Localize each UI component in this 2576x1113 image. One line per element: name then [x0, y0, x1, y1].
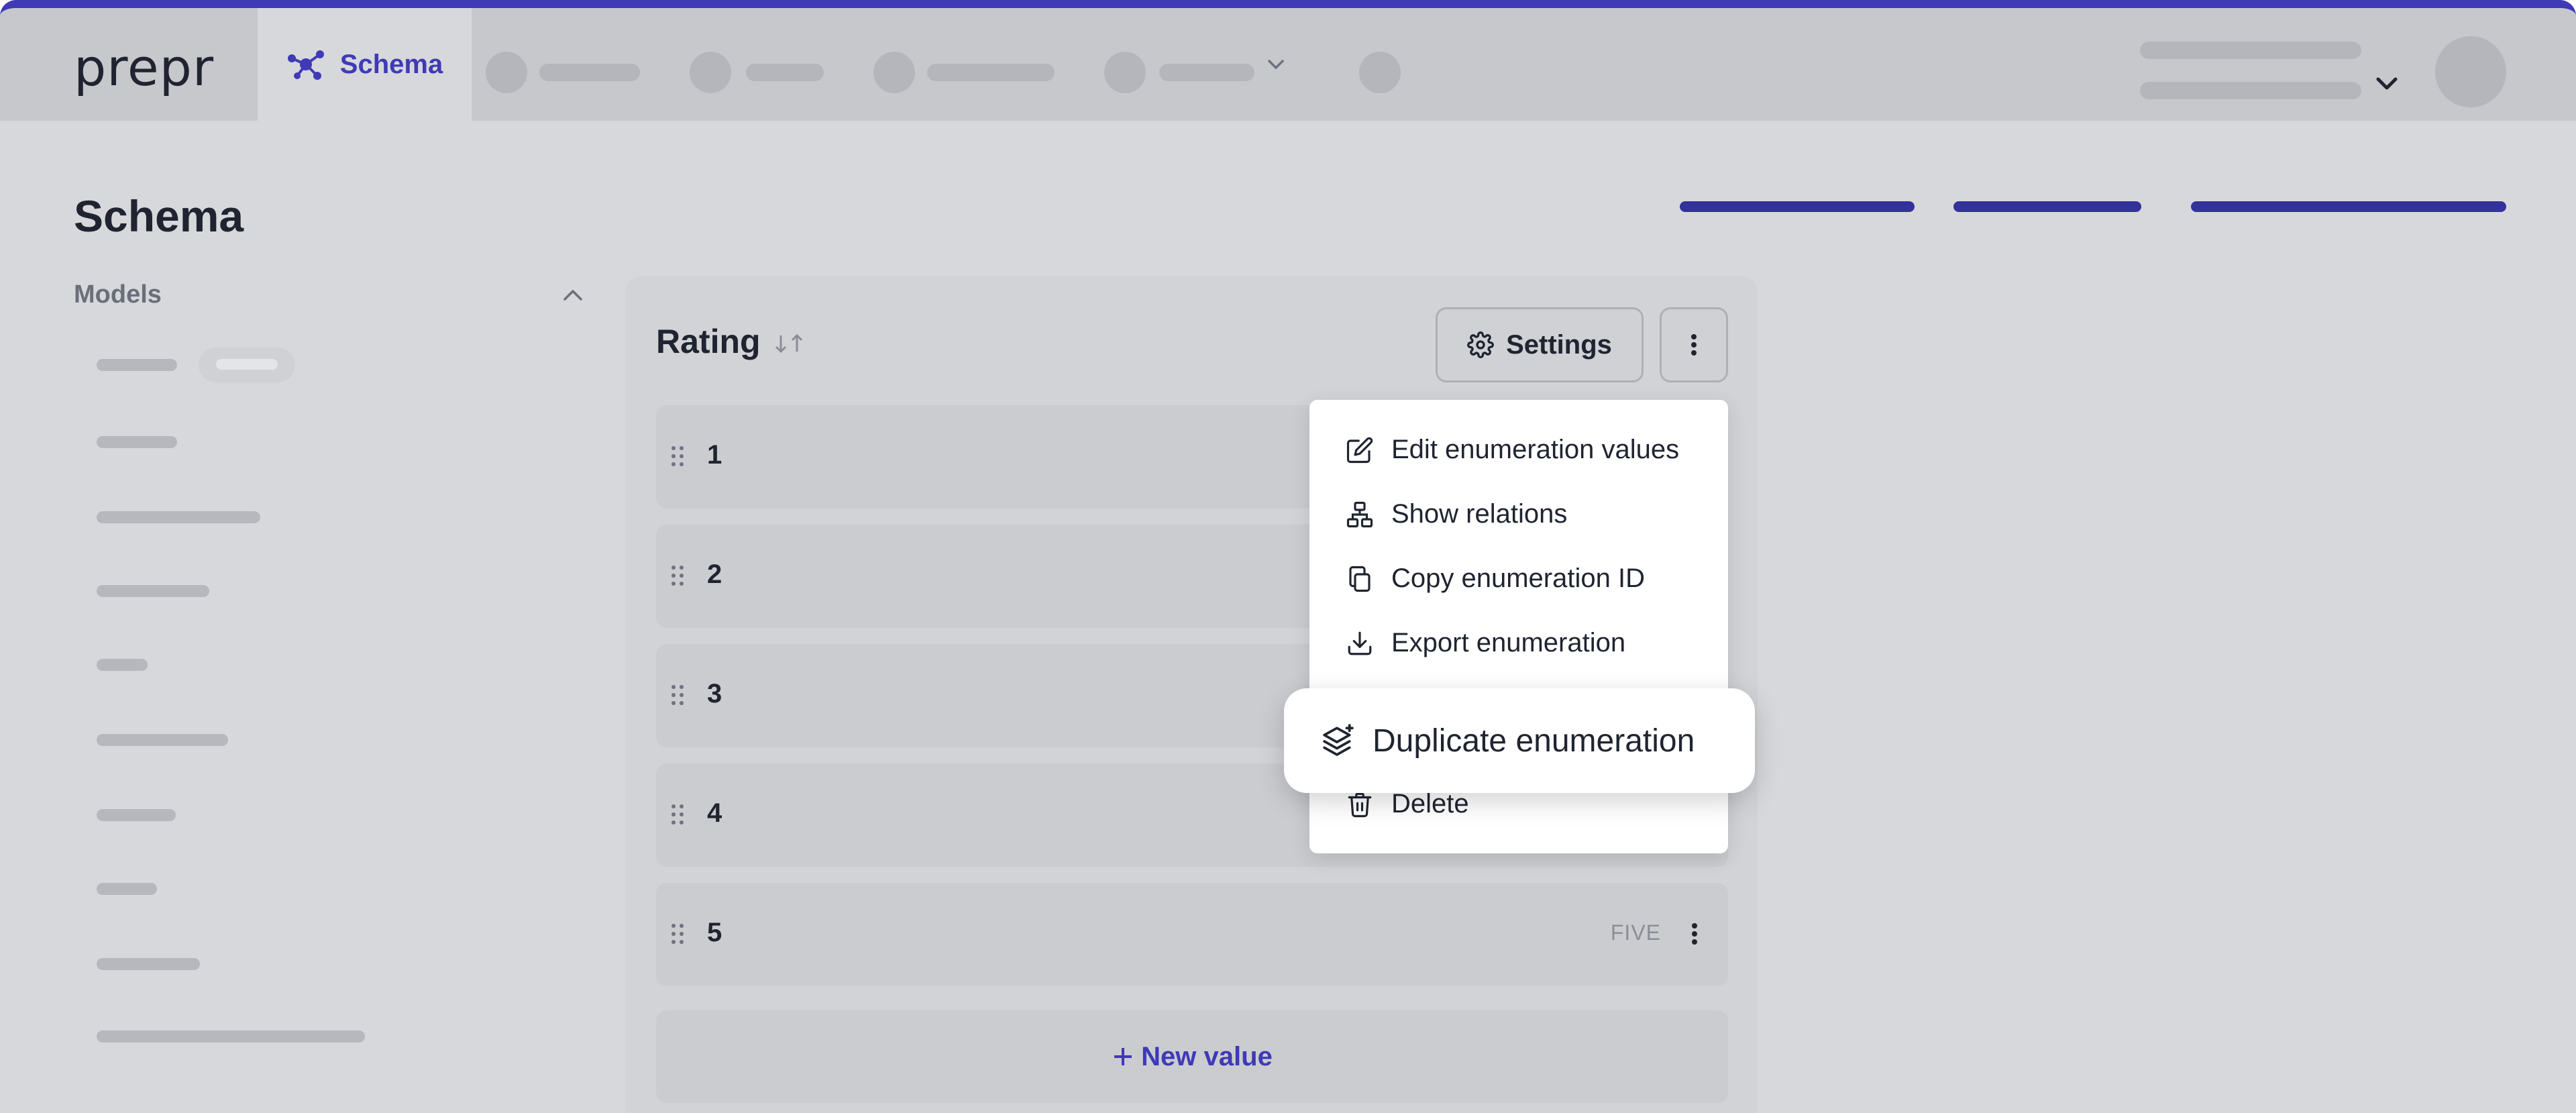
export-icon: [1346, 629, 1374, 657]
menu-item-show-relations[interactable]: Show relations: [1346, 499, 1567, 529]
enumeration-title: Rating: [656, 323, 761, 360]
menu-item-label: Duplicate enumeration: [1373, 723, 1695, 759]
kebab-menu-icon: [1690, 331, 1698, 358]
drag-handle-icon[interactable]: [669, 564, 686, 588]
workspace-name-placeholder: [2140, 82, 2361, 99]
plus-icon: [1112, 1045, 1134, 1068]
sidebar-item[interactable]: [97, 734, 228, 746]
enumeration-value: 5: [707, 918, 722, 947]
prepr-logo[interactable]: prepr: [74, 38, 214, 97]
drag-handle-icon[interactable]: [669, 444, 686, 468]
sidebar-item-badge: [199, 348, 295, 382]
duplicate-icon: [1322, 724, 1355, 757]
tab-schema-label: Schema: [339, 49, 443, 79]
sidebar-item[interactable]: [97, 809, 176, 821]
sidebar-item[interactable]: [97, 883, 157, 895]
nav-placeholder-label[interactable]: [1159, 64, 1254, 81]
action-placeholder[interactable]: [2191, 201, 2506, 212]
chevron-down-icon[interactable]: [1267, 58, 1285, 71]
chevron-down-icon[interactable]: [2375, 75, 2399, 93]
sidebar-item[interactable]: [97, 659, 148, 671]
menu-item-export[interactable]: Export enumeration: [1346, 628, 1625, 658]
user-name-placeholder: [2140, 42, 2361, 59]
models-section-title: Models: [74, 280, 162, 309]
sidebar-item[interactable]: [97, 958, 200, 970]
menu-item-label: Export enumeration: [1391, 628, 1626, 657]
avatar[interactable]: [2435, 36, 2506, 107]
enumeration-key: FIVE: [1610, 920, 1661, 945]
enumeration-value: 4: [707, 798, 722, 828]
app-frame: prepr Schema Schema Models Rating Settin…: [0, 0, 2576, 1113]
menu-item-edit-values[interactable]: Edit enumeration values: [1346, 435, 1679, 465]
action-placeholder[interactable]: [1953, 201, 2141, 212]
menu-item-duplicate[interactable]: Duplicate enumeration: [1284, 688, 1755, 793]
drag-handle-icon[interactable]: [669, 802, 686, 827]
page-title: Schema: [74, 191, 244, 241]
nav-placeholder-icon[interactable]: [1359, 52, 1401, 93]
enumeration-value: 2: [707, 560, 722, 589]
menu-item-delete[interactable]: Delete: [1346, 789, 1469, 819]
new-value-button[interactable]: New value: [656, 1010, 1728, 1103]
edit-icon: [1346, 436, 1374, 464]
relations-icon: [1346, 500, 1374, 529]
trash-icon: [1346, 790, 1374, 818]
settings-button[interactable]: Settings: [1436, 307, 1644, 382]
sidebar-item[interactable]: [97, 359, 177, 371]
enumeration-value: 1: [707, 440, 722, 470]
sidebar-item[interactable]: [97, 585, 209, 597]
nav-placeholder-icon[interactable]: [690, 52, 731, 93]
menu-item-label: Delete: [1391, 789, 1469, 818]
menu-item-copy-id[interactable]: Copy enumeration ID: [1346, 564, 1645, 594]
settings-button-label: Settings: [1506, 329, 1612, 360]
sidebar-item[interactable]: [97, 511, 260, 523]
nav-placeholder-label[interactable]: [927, 64, 1055, 81]
nav-placeholder-label[interactable]: [746, 64, 824, 81]
menu-item-label: Edit enumeration values: [1391, 435, 1680, 464]
tab-schema[interactable]: Schema: [258, 8, 472, 121]
enumeration-row[interactable]: 5 FIVE: [656, 883, 1728, 986]
row-options-icon[interactable]: [1690, 920, 1699, 947]
sidebar-item[interactable]: [97, 1030, 365, 1043]
drag-handle-icon[interactable]: [669, 683, 686, 707]
drag-handle-icon[interactable]: [669, 922, 686, 946]
enumeration-value: 3: [707, 679, 722, 708]
models-section-header[interactable]: Models: [74, 280, 584, 309]
copy-icon: [1346, 565, 1374, 593]
nav-placeholder-label[interactable]: [539, 64, 640, 81]
menu-item-label: Show relations: [1391, 499, 1568, 529]
chevron-up-icon[interactable]: [562, 288, 584, 303]
more-options-button[interactable]: [1660, 307, 1728, 382]
nav-placeholder-icon[interactable]: [873, 52, 915, 93]
sort-icon[interactable]: [771, 330, 808, 357]
action-placeholder[interactable]: [1680, 201, 1915, 212]
schema-icon: [286, 49, 325, 80]
nav-placeholder-icon[interactable]: [486, 52, 527, 93]
menu-item-label: Copy enumeration ID: [1391, 564, 1645, 593]
sidebar-item[interactable]: [97, 436, 177, 448]
new-value-label: New value: [1141, 1041, 1273, 1071]
gear-icon: [1467, 331, 1495, 358]
nav-placeholder-icon[interactable]: [1104, 52, 1146, 93]
top-navigation: prepr Schema: [0, 8, 2576, 121]
